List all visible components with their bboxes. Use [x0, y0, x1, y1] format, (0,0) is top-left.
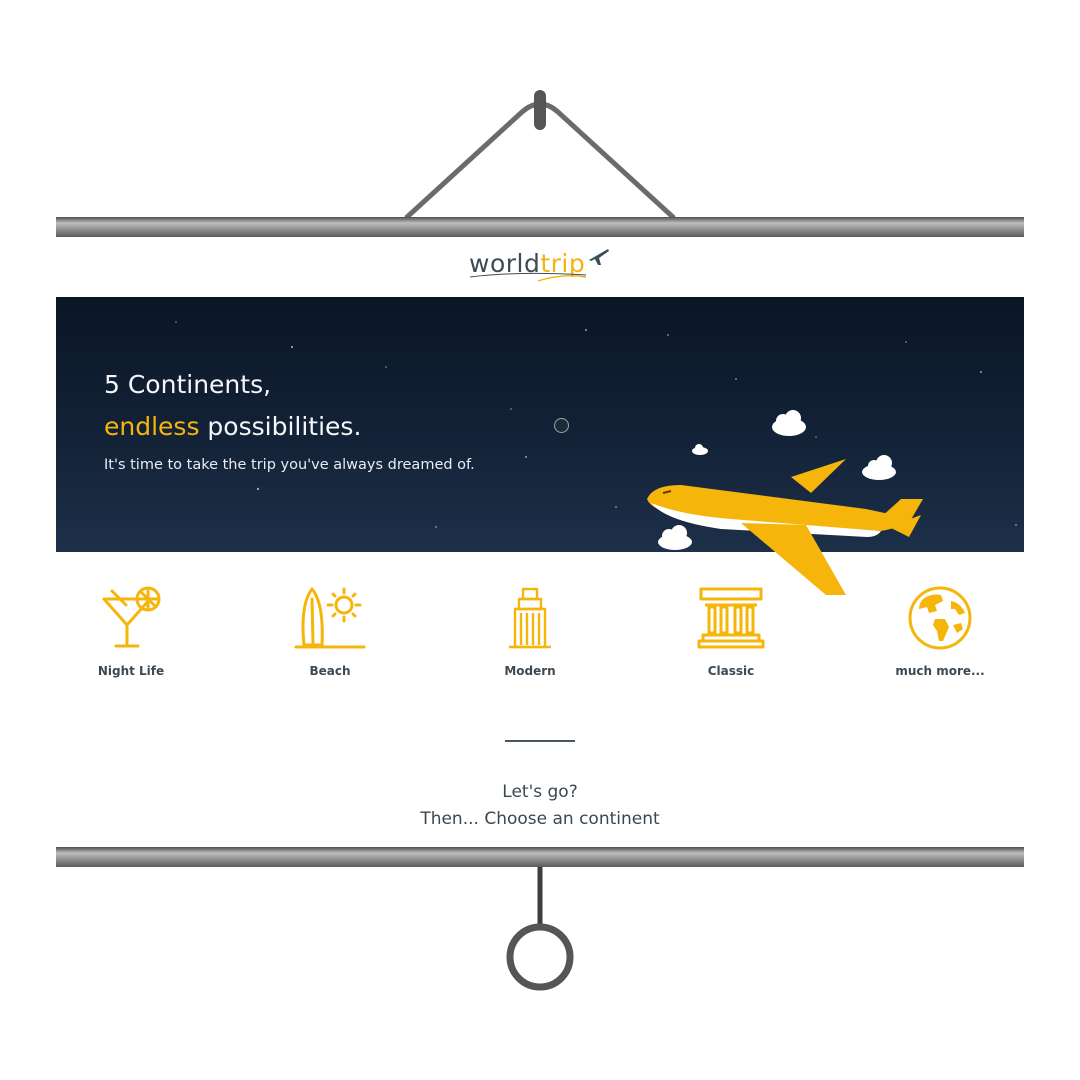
- cocktail-icon: [102, 586, 161, 648]
- surfboard-sun-icon: [294, 587, 366, 649]
- category-classic[interactable]: Classic: [656, 585, 806, 678]
- headline-highlight: endless: [104, 412, 200, 441]
- hero-subtitle: It's time to take the trip you've always…: [104, 457, 475, 473]
- logo-swoosh: [469, 272, 587, 282]
- bottom-rod: [56, 847, 1024, 867]
- cta-line-2: Then... Choose an continent: [420, 809, 660, 829]
- bottom-ring: [506, 923, 574, 991]
- hero-banner: 5 Continents, endless possibilities. It'…: [56, 297, 1024, 595]
- hanging-hook: [534, 90, 546, 130]
- category-label: Night Life: [97, 664, 165, 678]
- headline-line-1: 5 Continents,: [104, 370, 272, 399]
- hero-headline: 5 Continents, endless possibilities.: [104, 364, 361, 448]
- cta-text: Let's go? Then... Choose an continent: [56, 779, 1024, 833]
- classical-building-icon: [697, 587, 765, 649]
- category-beach[interactable]: Beach: [255, 585, 405, 678]
- category-label: Modern: [504, 664, 556, 678]
- category-night-life[interactable]: Night Life: [56, 585, 206, 678]
- category-label: much more...: [895, 664, 985, 678]
- category-modern[interactable]: Modern: [455, 585, 605, 678]
- category-list: Night Life Beach Modern Classic much mor…: [56, 585, 1024, 695]
- section-divider: [505, 740, 575, 742]
- logo-plane-icon: [589, 249, 609, 265]
- header: worldtrip: [56, 237, 1024, 297]
- globe-icon: [908, 586, 972, 650]
- airplane-illustration: [647, 459, 923, 595]
- cursor-indicator: [554, 418, 569, 433]
- category-label: Beach: [309, 664, 351, 678]
- cta-line-1: Let's go?: [502, 782, 578, 802]
- category-label: Classic: [707, 664, 755, 678]
- headline-rest: possibilities.: [199, 412, 362, 441]
- skyscraper-icon: [509, 587, 551, 649]
- poster: worldtrip 5 Continents, endless possibil…: [56, 237, 1024, 847]
- top-rod: [56, 217, 1024, 237]
- category-much-more[interactable]: much more...: [865, 585, 1015, 678]
